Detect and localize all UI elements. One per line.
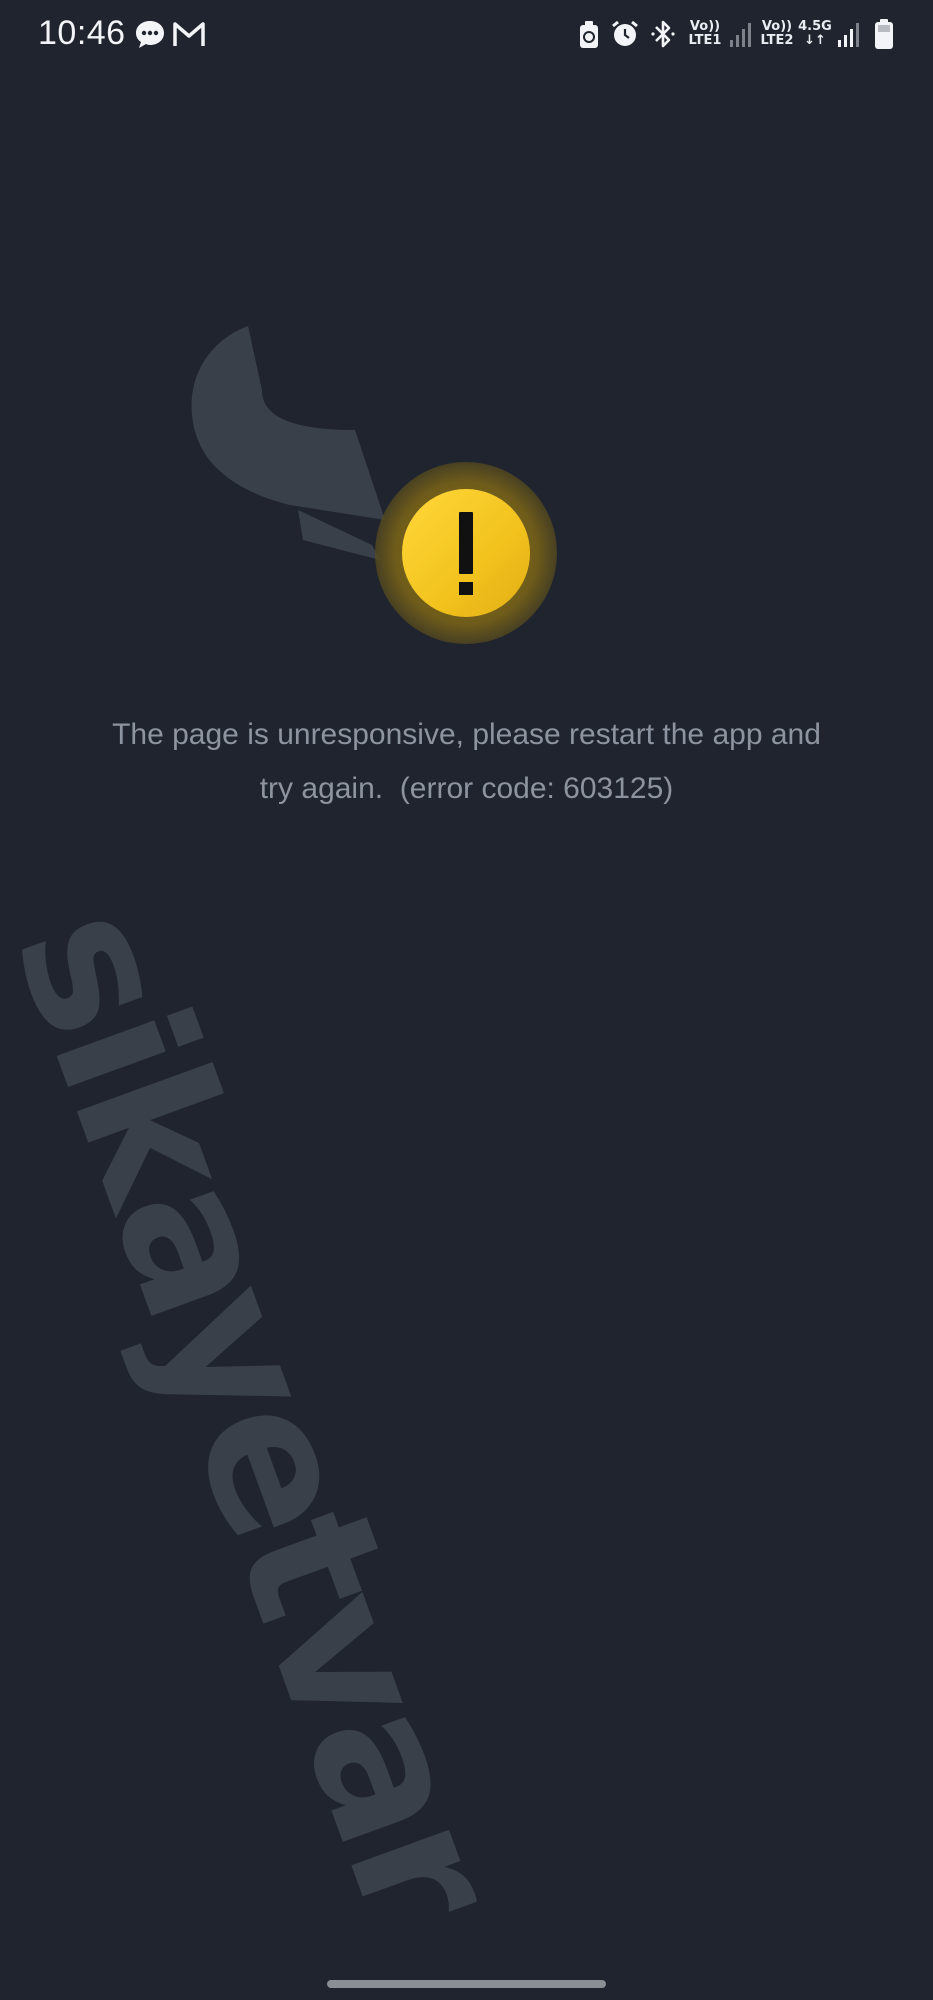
signal-icon (728, 20, 754, 53)
error-message-line1: The page is unresponsive, please restart… (112, 718, 821, 751)
status-bar: 10:46 Vo)) LTE1 Vo)) LTE2 4.5G ↓↑ (0, 0, 933, 70)
battery-icon (874, 18, 894, 55)
network-type-label: 4.5G ↓↑ (798, 20, 832, 48)
exclamation-mark (459, 512, 473, 574)
battery-saver-icon (578, 20, 600, 55)
error-message: The page is unresponsive, please restart… (60, 708, 873, 816)
sim2-volte-top: Vo)) (761, 19, 793, 34)
network-type: 4.5G (798, 19, 832, 34)
warning-icon (375, 462, 557, 644)
error-message-line2: try again. (error code: 603125) (259, 772, 674, 805)
sim2-lte-label: LTE2 (760, 33, 794, 48)
signal-icon (836, 20, 862, 53)
message-icon (134, 18, 166, 55)
home-indicator[interactable] (327, 1980, 606, 1988)
sim1-volte-top: Vo)) (689, 19, 721, 34)
sim2-volte-label: Vo)) LTE2 (758, 20, 796, 48)
watermark-text: sikayetvar (0, 880, 542, 1949)
exclamation-dot (459, 582, 473, 595)
sim1-lte-label: LTE1 (688, 33, 722, 48)
sim1-volte-label: Vo)) LTE1 (686, 20, 724, 48)
bluetooth-icon (650, 19, 676, 54)
warning-circle (402, 489, 530, 617)
alarm-icon (610, 19, 640, 54)
network-arrows: ↓↑ (804, 33, 826, 48)
watermark-logo (191, 326, 385, 560)
gmail-icon (172, 20, 206, 53)
watermark: sikayetvar (0, 0, 933, 2000)
status-time: 10:46 (38, 14, 126, 52)
